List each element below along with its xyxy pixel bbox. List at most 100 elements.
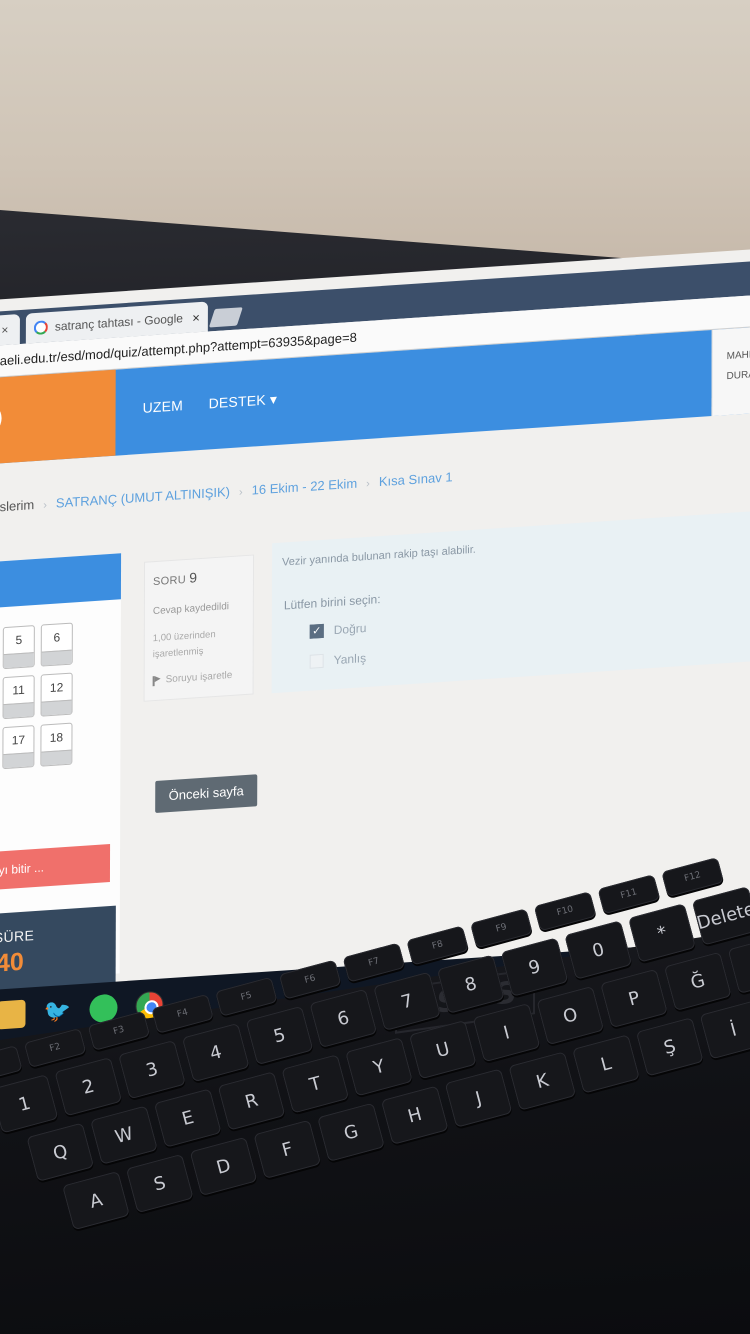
user-name-line-1: MAHN xyxy=(726,349,750,363)
question-state-bar xyxy=(41,649,72,666)
keyboard-key[interactable]: W xyxy=(90,1105,158,1165)
keyboard-key[interactable]: 0 xyxy=(564,920,633,980)
twitter-icon[interactable]: 🐦 xyxy=(43,997,71,1027)
user-menu[interactable]: MAHN DURA xyxy=(711,326,750,417)
nav-link-destek[interactable]: DESTEK ▾ xyxy=(209,391,278,413)
keyboard-key[interactable]: 1 xyxy=(0,1074,59,1134)
keyboard-key[interactable]: 3 xyxy=(118,1039,186,1100)
keyboard-key[interactable]: J xyxy=(444,1068,513,1128)
keyboard-key[interactable]: Ğ xyxy=(663,951,732,1012)
answer-prompt: Lütfen birini seçin: xyxy=(283,592,381,613)
tab-close-icon[interactable]: × xyxy=(1,323,8,337)
checkbox-checked-icon[interactable]: ✓ xyxy=(309,623,324,639)
keyboard-key[interactable]: İ xyxy=(699,1000,750,1060)
question-state-bar xyxy=(41,699,72,716)
keyboard-key[interactable]: Ü xyxy=(727,934,750,995)
question-number: 17 xyxy=(11,732,26,748)
question-state-bar xyxy=(3,652,34,669)
keyboard-key[interactable]: H xyxy=(380,1085,449,1145)
keyboard-key[interactable]: 7 xyxy=(373,971,442,1032)
keyboard-key[interactable]: O xyxy=(536,985,605,1046)
new-tab-button[interactable] xyxy=(208,307,243,328)
browser-tab-previous[interactable]: × xyxy=(0,314,20,347)
keyboard-key[interactable]: P xyxy=(600,968,669,1029)
flag-icon xyxy=(152,675,162,686)
keyboard-key[interactable]: 6 xyxy=(309,988,378,1049)
breadcrumb-item-quiz[interactable]: Kısa Sınav 1 xyxy=(379,469,453,489)
question-button-6[interactable]: 6 xyxy=(40,622,73,667)
keyboard-key[interactable]: D xyxy=(189,1136,258,1197)
keyboard-key[interactable]: 9 xyxy=(500,937,569,997)
keyboard-key[interactable]: 4 xyxy=(181,1022,250,1083)
question-number: 9 xyxy=(189,569,198,586)
question-text: Vezir yanında bulunan rakip taşı alabili… xyxy=(281,543,476,569)
keyboard-key[interactable]: I xyxy=(472,1002,541,1063)
question-button-18[interactable]: 18 xyxy=(40,722,73,767)
tab-close-icon[interactable]: × xyxy=(192,310,200,326)
keyboard-key[interactable]: 2 xyxy=(54,1056,123,1117)
question-info: SORU 9 Cevap kaydedildi 1,00 üzerinden i… xyxy=(143,554,255,702)
answer-option-label: Yanlış xyxy=(333,651,367,668)
site-logo[interactable] xyxy=(0,369,116,465)
breadcrumb-item-courses[interactable]: rslerim xyxy=(0,497,34,515)
file-explorer-icon[interactable] xyxy=(0,999,26,1030)
answer-option-true[interactable]: ✓ Doğru xyxy=(309,620,367,639)
user-name-line-2: DURA xyxy=(726,369,750,383)
keyboard-key[interactable]: Delete xyxy=(691,886,750,946)
keyboard-key[interactable]: E xyxy=(153,1088,222,1148)
keyboard-key[interactable]: U xyxy=(408,1019,477,1080)
google-icon: G xyxy=(33,320,48,336)
breadcrumb-separator: › xyxy=(366,477,370,491)
keyboard-key[interactable]: S xyxy=(125,1153,194,1214)
previous-page-button[interactable]: Önceki sayfa xyxy=(155,774,258,814)
keyboard-key[interactable]: T xyxy=(281,1054,350,1114)
question-button-5[interactable]: 5 xyxy=(2,625,35,670)
question-heading: SORU 9 xyxy=(153,566,245,588)
question-grade: 1,00 üzerinden işaretlenmiş xyxy=(152,629,216,661)
keyboard-key[interactable]: * xyxy=(628,903,697,963)
question-button-11[interactable]: 11 xyxy=(2,675,35,720)
question-state-bar xyxy=(41,749,72,766)
breadcrumb-separator: › xyxy=(238,486,243,499)
timer-value: :40 xyxy=(0,947,24,979)
keyboard-key[interactable]: F1 xyxy=(0,1044,23,1086)
logo-emblem xyxy=(0,403,2,435)
question-button-12[interactable]: 12 xyxy=(40,672,73,717)
keyboard-key[interactable]: Q xyxy=(26,1122,95,1182)
keyboard-key[interactable]: G xyxy=(317,1102,385,1162)
question-button-17[interactable]: 17 xyxy=(2,725,35,770)
question-number: 12 xyxy=(49,680,64,696)
question-number: 11 xyxy=(12,682,25,698)
question-state-bar xyxy=(3,702,34,719)
breadcrumb-item-course[interactable]: SATRANÇ (UMUT ALTINIŞIK) xyxy=(56,484,230,511)
breadcrumb: rslerim › SATRANÇ (UMUT ALTINIŞIK) › 16 Ekim… xyxy=(0,469,453,514)
breadcrumb-separator: › xyxy=(43,499,47,512)
breadcrumb-item-week[interactable]: 16 Ekim - 22 Ekim xyxy=(252,476,358,498)
flag-question-link[interactable]: Soruyu işaretle xyxy=(152,669,245,686)
keyboard-key[interactable]: R xyxy=(217,1071,286,1131)
question-state-bar xyxy=(3,752,34,769)
answer-option-label: Doğru xyxy=(333,620,367,638)
question-number: 18 xyxy=(49,730,64,746)
question-label: SORU xyxy=(152,573,186,589)
keyboard-key[interactable]: Ş xyxy=(635,1017,704,1077)
answer-option-false[interactable]: Yanlış xyxy=(309,651,367,669)
timer-label: SÜRE xyxy=(0,927,35,946)
question-number: 5 xyxy=(15,632,23,648)
keyboard-key[interactable]: A xyxy=(62,1170,130,1231)
question-state: Cevap kaydedildi xyxy=(152,601,230,618)
keyboard-key[interactable]: F xyxy=(253,1119,322,1180)
finish-attempt-button[interactable]: ayı bitir ... xyxy=(0,844,111,891)
tab-title: satranç tahtası - Google xyxy=(54,311,183,334)
keyboard-key[interactable]: L xyxy=(572,1034,640,1094)
question-number: 6 xyxy=(53,630,61,645)
keyboard-key[interactable]: Y xyxy=(345,1037,413,1097)
keyboard-key[interactable]: 5 xyxy=(245,1005,314,1066)
keyboard-key[interactable]: 8 xyxy=(436,954,505,1014)
quiz-navigation-header xyxy=(0,553,122,609)
checkbox-unchecked-icon[interactable] xyxy=(309,653,324,669)
keyboard-key[interactable]: K xyxy=(508,1051,577,1111)
quiz-navigation: 5 6 11 12 17 18 ayı bitir ... SÜRE :40 xyxy=(0,553,122,1015)
nav-link-uzem[interactable]: UZEM xyxy=(143,397,184,416)
flag-label: Soruyu işaretle xyxy=(165,669,233,686)
